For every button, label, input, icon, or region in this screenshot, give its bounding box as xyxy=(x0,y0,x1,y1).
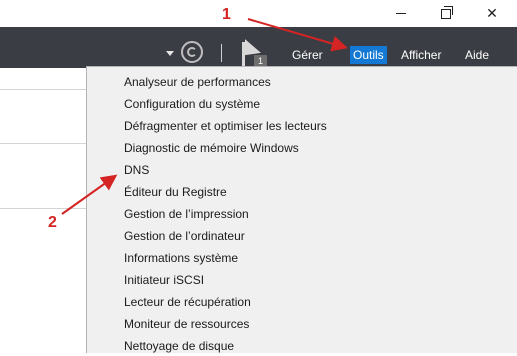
callout-number-1: 1 xyxy=(222,6,231,23)
restore-button[interactable] xyxy=(426,0,466,27)
menu-item-nettoyage-disque[interactable]: Nettoyage de disque xyxy=(124,336,234,356)
callout-number-2: 2 xyxy=(48,214,57,231)
menu-item-configuration-systeme[interactable]: Configuration du système xyxy=(124,94,260,114)
chevron-down-icon[interactable] xyxy=(166,51,174,56)
title-bar: ✕ xyxy=(0,0,517,27)
left-pane-divider xyxy=(0,208,86,209)
menu-item-analyseur-performances[interactable]: Analyseur de performances xyxy=(124,72,271,92)
menu-item-editeur-registre[interactable]: Éditeur du Registre xyxy=(124,182,227,202)
menu-afficher[interactable]: Afficher xyxy=(398,46,444,64)
menu-outils[interactable]: Outils xyxy=(350,46,387,64)
menu-item-dns[interactable]: DNS xyxy=(124,160,149,180)
menu-item-initiateur-iscsi[interactable]: Initiateur iSCSI xyxy=(124,270,204,290)
left-pane-divider xyxy=(0,143,86,144)
menu-item-lecteur-recuperation[interactable]: Lecteur de récupération xyxy=(124,292,251,312)
notifications-flag-button[interactable]: 1 xyxy=(242,38,272,68)
menu-item-moniteur-ressources[interactable]: Moniteur de ressources xyxy=(124,314,249,334)
close-button[interactable]: ✕ xyxy=(472,0,512,27)
menu-item-defragmenter[interactable]: Défragmenter et optimiser les lecteurs xyxy=(124,116,327,136)
tools-dropdown-menu: Analyseur de performances Configuration … xyxy=(86,66,517,353)
minimize-icon xyxy=(396,13,406,14)
minimize-button[interactable] xyxy=(381,0,421,27)
menu-item-diagnostic-memoire[interactable]: Diagnostic de mémoire Windows xyxy=(124,138,299,158)
menu-item-gestion-impression[interactable]: Gestion de l’impression xyxy=(124,204,249,224)
restore-icon xyxy=(441,5,453,19)
close-icon: ✕ xyxy=(486,5,498,21)
toolbar-separator xyxy=(221,44,222,62)
refresh-icon[interactable] xyxy=(181,41,203,63)
menu-item-informations-systeme[interactable]: Informations système xyxy=(124,248,238,268)
left-pane-divider xyxy=(0,89,86,90)
menu-aide[interactable]: Aide xyxy=(462,46,492,64)
menu-item-gestion-ordinateur[interactable]: Gestion de l’ordinateur xyxy=(124,226,245,246)
menu-gerer[interactable]: Gérer xyxy=(289,46,326,64)
